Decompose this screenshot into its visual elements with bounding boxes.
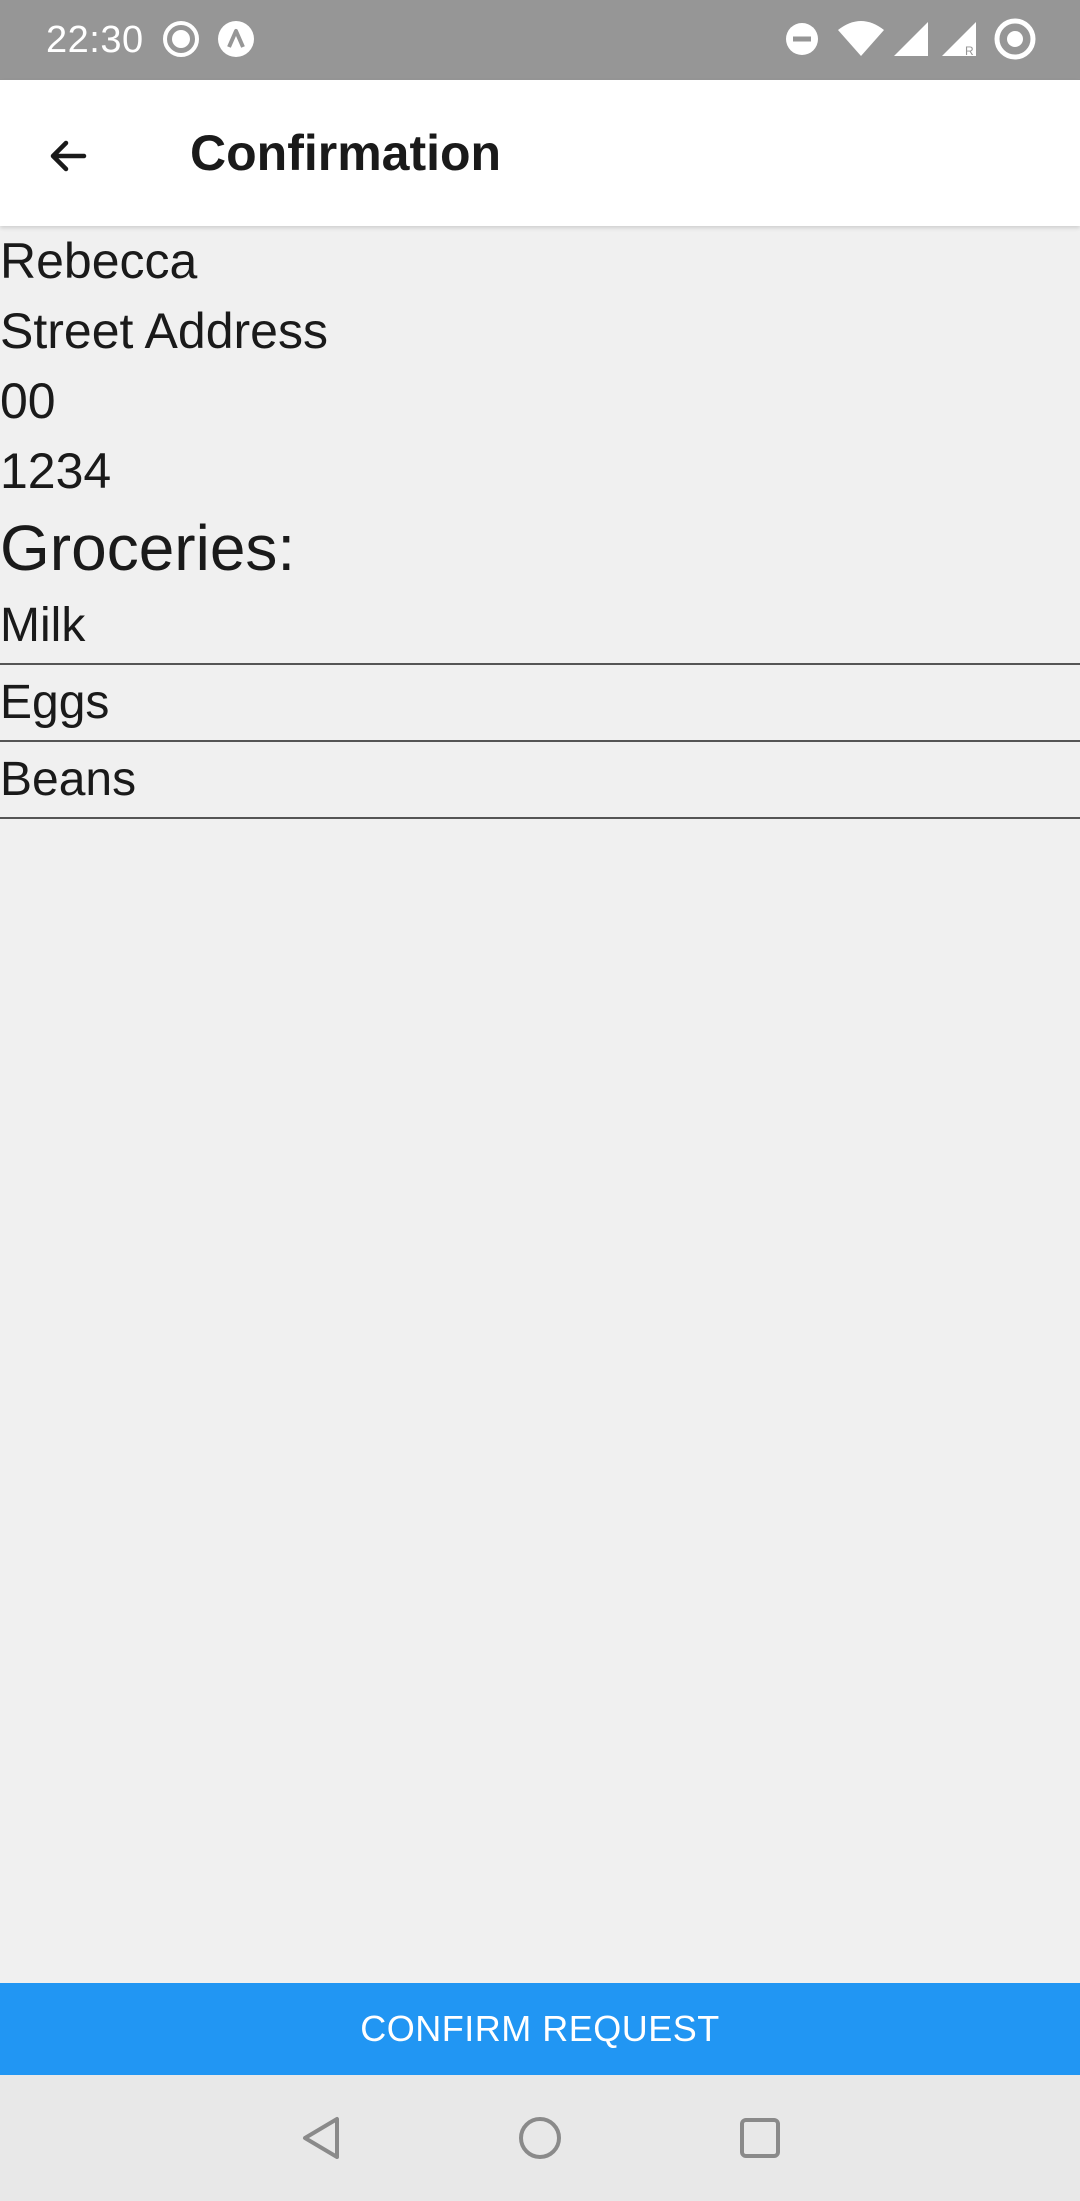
arrow-back-icon	[50, 140, 87, 172]
confirmation-content: Rebecca Street Address 00 1234 Groceries…	[0, 226, 1080, 819]
recipient-unit: 00	[0, 373, 56, 429]
grocery-item-milk: Milk	[0, 588, 1080, 665]
record-icon	[163, 21, 199, 57]
nav-recents-button[interactable]	[725, 2103, 795, 2173]
status-time: 22:30	[46, 19, 144, 61]
wifi-icon	[838, 21, 884, 56]
page-title: Confirmation	[190, 125, 502, 181]
confirm-request-button[interactable]: CONFIRM REQUEST	[0, 1983, 1080, 2075]
nav-home-button[interactable]	[505, 2103, 575, 2173]
battery-icon	[994, 18, 1036, 60]
svg-text:R: R	[965, 44, 974, 58]
nav-back-button[interactable]	[286, 2103, 356, 2173]
signal-icon	[894, 22, 928, 56]
system-navigation-bar	[0, 2075, 1080, 2201]
do-not-disturb-icon	[786, 23, 818, 55]
grocery-list: Milk Eggs Beans	[0, 588, 1080, 819]
back-button[interactable]	[28, 116, 108, 196]
app-bar: Confirmation	[0, 80, 1080, 226]
recipient-name: Rebecca	[0, 233, 198, 289]
signal-roaming-icon: R	[942, 22, 976, 58]
back-triangle-icon	[303, 2117, 339, 2159]
recipient-code: 1234	[0, 443, 112, 499]
grocery-item-eggs: Eggs	[0, 665, 1080, 742]
home-circle-icon	[519, 2117, 561, 2159]
recipient-street: Street Address	[0, 303, 328, 359]
grocery-item-beans: Beans	[0, 742, 1080, 819]
status-bar: 22:30 R	[0, 0, 1080, 80]
groceries-heading: Groceries:	[0, 512, 296, 584]
app-notification-icon	[218, 21, 254, 57]
recents-square-icon	[740, 2118, 780, 2158]
